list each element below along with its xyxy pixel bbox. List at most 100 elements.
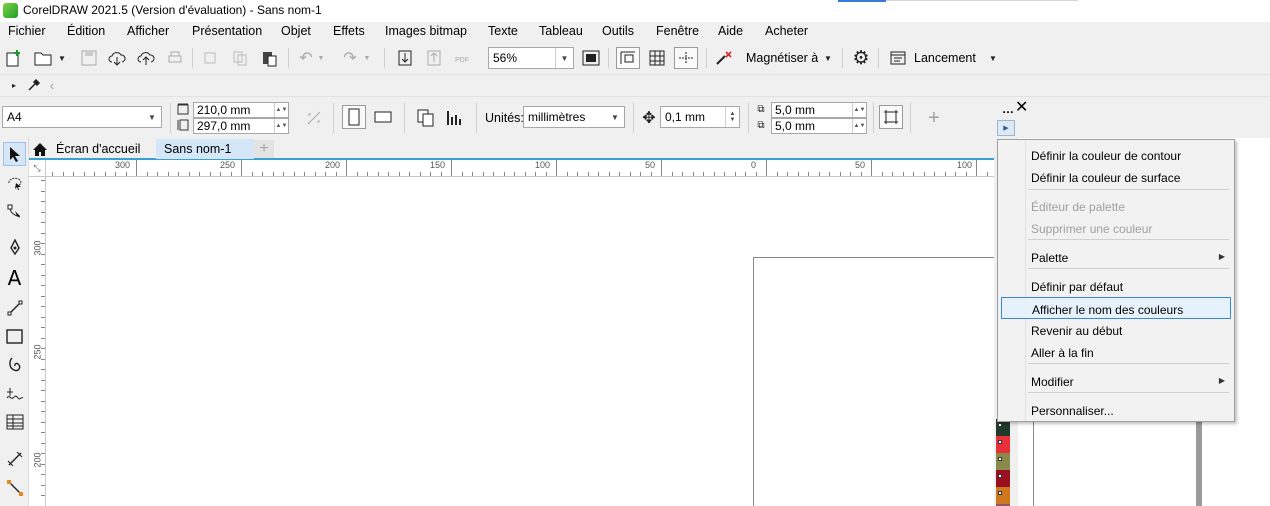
page-height-spinner-icon[interactable]: ▲▼ — [274, 119, 288, 133]
freehand-pick-tool-icon[interactable] — [3, 171, 26, 195]
nudge-distance-input[interactable]: 0,1 mm ▲ ▼ — [660, 106, 740, 128]
palette-close-icon[interactable]: ✕ — [1015, 97, 1028, 117]
full-screen-preview-icon[interactable] — [580, 48, 602, 68]
dimension-tool-icon[interactable] — [3, 447, 26, 471]
cloud-upload-icon[interactable] — [136, 48, 156, 68]
text-tool-icon[interactable]: A — [3, 266, 26, 290]
menu-presentation[interactable]: Présentation — [192, 24, 262, 38]
menu-texte[interactable]: Texte — [488, 24, 518, 38]
color-swatch[interactable] — [996, 470, 1010, 487]
redo-icon[interactable]: ↷ — [340, 48, 360, 68]
menu-aide[interactable]: Aide — [718, 24, 743, 38]
open-dropdown-chevron-icon[interactable]: ▼ — [56, 50, 68, 66]
new-document-icon[interactable] — [4, 48, 24, 68]
menu-fichier[interactable]: Fichier — [8, 24, 46, 38]
menu-item-set-as-default[interactable]: Définir par défaut — [1001, 275, 1231, 297]
menu-tableau[interactable]: Tableau — [539, 24, 583, 38]
import-icon[interactable] — [395, 48, 415, 68]
export-pdf-icon[interactable]: PDF — [452, 50, 472, 70]
palette-options-icon[interactable]: … — [1002, 102, 1014, 116]
units-combo[interactable]: millimètres ▼ — [523, 106, 625, 128]
horizontal-ruler[interactable]: 300 250 200 150 100 50 0 50 100 — [29, 160, 994, 177]
zoom-dropdown-chevron-icon[interactable]: ▼ — [555, 48, 573, 68]
menu-item-go-to-start[interactable]: Revenir au début — [1001, 319, 1231, 341]
open-folder-icon[interactable] — [33, 48, 53, 68]
cloud-download-icon[interactable] — [107, 48, 127, 68]
menu-item-customize[interactable]: Personnaliser... — [1001, 399, 1231, 421]
menu-images-bitmap[interactable]: Images bitmap — [385, 24, 467, 38]
cut-icon[interactable] — [200, 48, 220, 68]
nudge-distance-spinner-icon[interactable]: ▲ ▼ — [725, 107, 739, 127]
drawing-page[interactable] — [753, 257, 1003, 506]
launch-chevron-icon[interactable]: ▼ — [987, 51, 999, 65]
page-border-icon[interactable] — [879, 105, 903, 129]
tab-document-sans-nom[interactable]: Sans nom-1 — [156, 139, 254, 159]
menu-item-go-to-end[interactable]: Aller à la fin — [1001, 341, 1231, 363]
duplicate-x-spinner-icon[interactable]: ▲▼ — [852, 103, 866, 117]
undo-dropdown-chevron-icon[interactable]: ▼ — [316, 51, 326, 65]
duplicate-y-spinner-icon[interactable]: ▲▼ — [852, 119, 866, 133]
snap-to-label[interactable]: Magnétiser à — [746, 51, 818, 65]
redo-dropdown-chevron-icon[interactable]: ▼ — [362, 51, 372, 65]
add-frame-plus-icon[interactable]: + — [923, 107, 945, 129]
ruler-origin-corner-icon[interactable]: ⤡ — [29, 160, 46, 177]
menu-edition[interactable]: Édition — [67, 24, 105, 38]
pen-tool-icon[interactable] — [3, 236, 26, 260]
undo-icon[interactable]: ↶ — [296, 48, 316, 68]
rectangle-tool-icon[interactable] — [3, 325, 26, 349]
snap-to-chevron-icon[interactable]: ▼ — [822, 51, 834, 65]
eyedropper-icon[interactable] — [26, 77, 42, 93]
portrait-orientation-icon[interactable] — [342, 105, 366, 129]
menu-fenetre[interactable]: Fenêtre — [656, 24, 699, 38]
snap-off-icon[interactable] — [713, 48, 735, 68]
connector-tool-icon[interactable] — [3, 476, 26, 500]
page-size-chevron-icon[interactable]: ▼ — [143, 107, 161, 127]
units-chevron-icon[interactable]: ▼ — [606, 107, 624, 127]
vertical-ruler[interactable]: 300 250 200 — [29, 177, 46, 506]
lock-ratio-icon[interactable] — [303, 107, 325, 129]
home-icon[interactable] — [31, 140, 49, 158]
export-icon[interactable] — [424, 48, 444, 68]
menu-outils[interactable]: Outils — [602, 24, 634, 38]
shape-tool-icon[interactable] — [3, 200, 26, 224]
page-width-input[interactable]: 210,0 mm ▲▼ — [193, 102, 289, 118]
menu-objet[interactable]: Objet — [281, 24, 311, 38]
options-gear-icon[interactable]: ⚙ — [850, 48, 872, 69]
zoom-level-combo[interactable]: 56% ▼ — [488, 47, 574, 69]
all-pages-icon[interactable] — [414, 106, 438, 130]
table-tool-icon[interactable] — [3, 410, 26, 434]
new-tab-plus-icon[interactable]: + — [254, 140, 274, 158]
color-swatch[interactable] — [996, 487, 1010, 504]
tab-home-screen[interactable]: Écran d'accueil — [50, 139, 156, 159]
menu-afficher[interactable]: Afficher — [127, 24, 169, 38]
menu-effets[interactable]: Effets — [333, 24, 365, 38]
duplicate-distance-y-input[interactable]: 5,0 mm ▲▼ — [771, 118, 867, 134]
pick-tool-icon[interactable] — [3, 142, 26, 166]
page-width-spinner-icon[interactable]: ▲▼ — [274, 103, 288, 117]
palette-flyout-arrow-icon[interactable]: ▶ — [997, 120, 1015, 136]
show-grid-icon[interactable] — [646, 48, 668, 68]
menu-item-palette-submenu[interactable]: Palette ▶ — [1001, 246, 1231, 268]
launch-label[interactable]: Lancement — [914, 51, 976, 65]
print-icon[interactable] — [165, 48, 185, 68]
save-icon[interactable] — [79, 48, 99, 68]
page-size-combo[interactable]: A4 ▼ — [2, 106, 162, 128]
expand-arrow-icon[interactable]: ▸ — [9, 79, 19, 91]
copy-icon[interactable] — [230, 48, 250, 68]
menu-item-set-fill-color[interactable]: Définir la couleur de surface — [1001, 166, 1231, 188]
menu-item-modify-submenu[interactable]: Modifier ▶ — [1001, 370, 1231, 392]
parallel-dimension-tool-icon[interactable] — [3, 296, 26, 320]
show-rulers-icon[interactable] — [616, 47, 640, 69]
page-height-input[interactable]: 297,0 mm ▲▼ — [193, 118, 289, 134]
duplicate-distance-x-input[interactable]: 5,0 mm ▲▼ — [771, 102, 867, 118]
paste-icon[interactable] — [259, 48, 279, 68]
color-swatch[interactable] — [996, 453, 1010, 470]
launch-icon[interactable] — [888, 48, 908, 68]
show-guidelines-icon[interactable] — [674, 47, 698, 69]
color-swatch[interactable] — [996, 436, 1010, 453]
menu-acheter[interactable]: Acheter — [765, 24, 808, 38]
landscape-orientation-icon[interactable] — [371, 105, 395, 129]
smart-fill-tool-icon[interactable] — [3, 382, 26, 406]
current-page-icon[interactable] — [443, 106, 467, 130]
spiral-tool-icon[interactable] — [3, 353, 26, 377]
